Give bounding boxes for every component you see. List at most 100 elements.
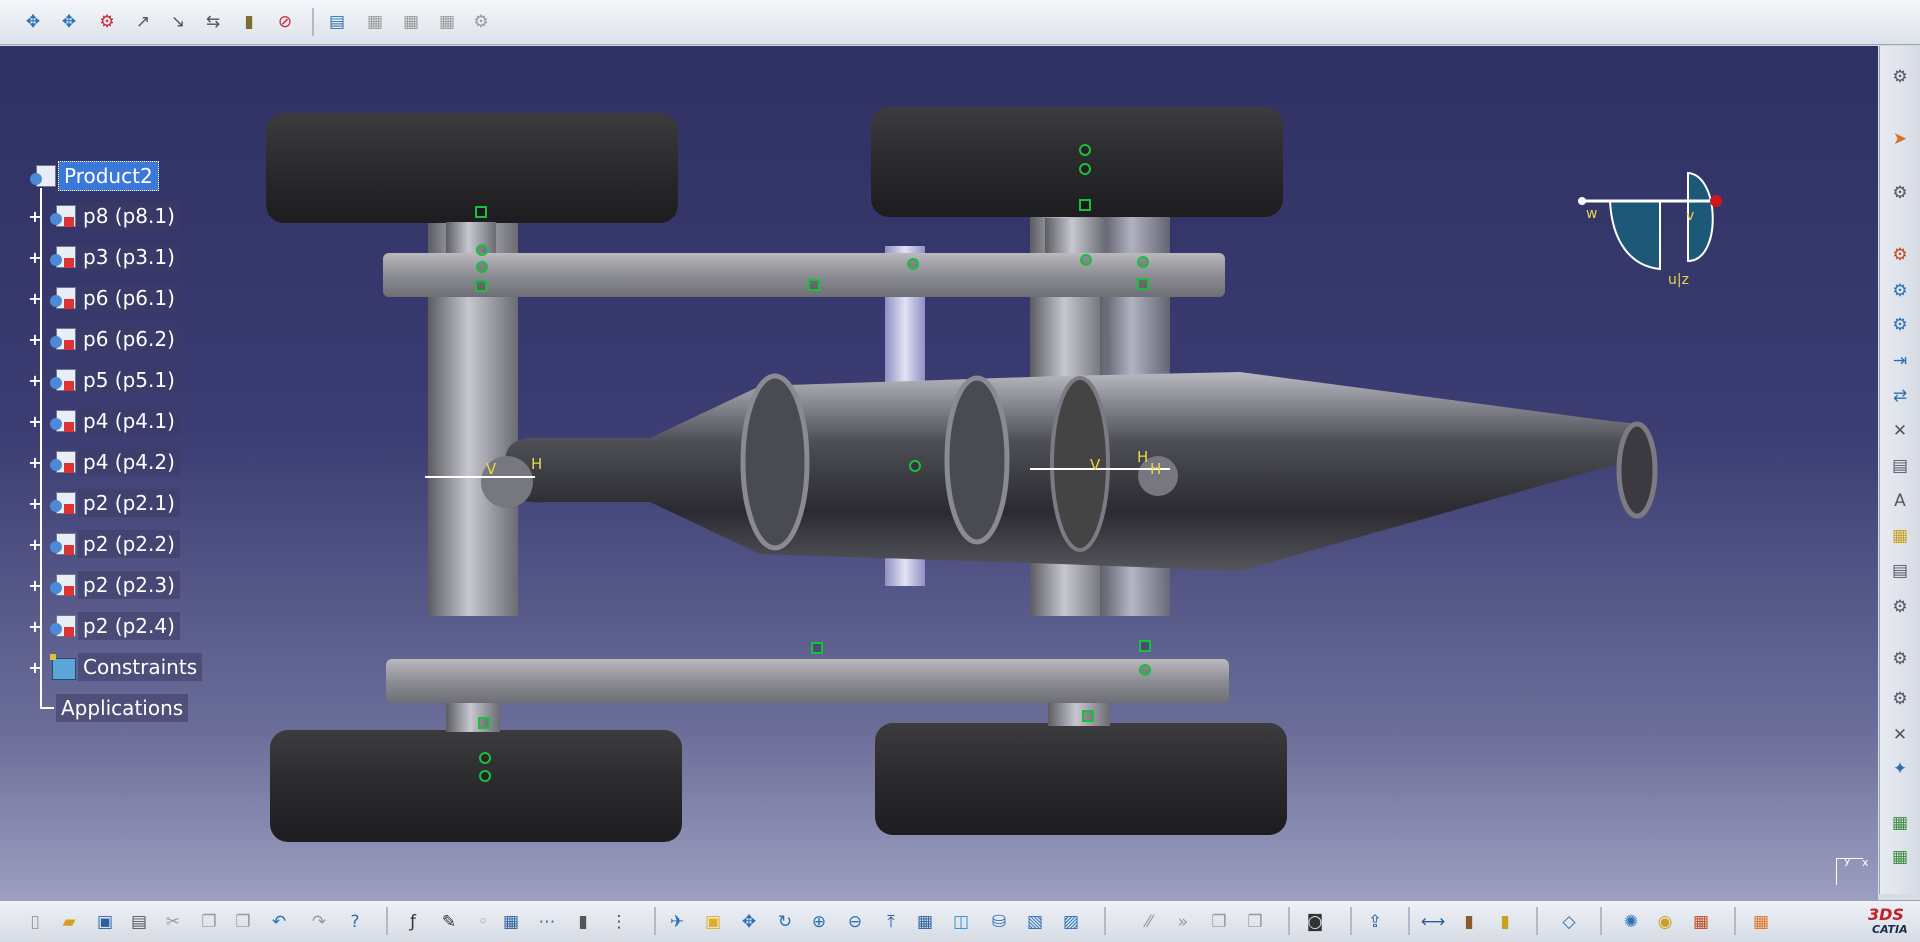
render-icon[interactable]: ✺: [1618, 909, 1644, 935]
constraint-marker[interactable]: [478, 717, 490, 729]
help-icon[interactable]: ?: [342, 909, 368, 935]
constraint-marker[interactable]: [475, 280, 487, 292]
normal-view-icon[interactable]: ⤒: [878, 909, 904, 935]
expand-icon[interactable]: +: [28, 494, 42, 513]
expand-icon[interactable]: +: [28, 617, 42, 636]
constraint-marker[interactable]: [475, 206, 487, 218]
expand-icon[interactable]: +: [28, 535, 42, 554]
bottom-frame-plate[interactable]: [386, 659, 1229, 703]
offset-constraint-icon[interactable]: ✕: [1887, 722, 1913, 748]
swap-visible-space-icon[interactable]: ▨: [1058, 909, 1084, 935]
stop-manipulate-icon[interactable]: ⇆: [200, 9, 226, 35]
tree-item-label[interactable]: p2 (p2.2): [78, 530, 180, 558]
constraint-marker[interactable]: [1079, 144, 1091, 156]
replace-component-icon[interactable]: ⇄: [1887, 383, 1913, 409]
manage-representations-icon[interactable]: ▦: [1887, 523, 1913, 549]
environment-icon[interactable]: ◉: [1652, 909, 1678, 935]
tree-item-label[interactable]: Applications: [56, 694, 189, 722]
tree-item[interactable]: + p5 (p5.1): [28, 365, 180, 395]
design-table-icon[interactable]: ▦: [498, 909, 524, 935]
tire-bottom-left[interactable]: [270, 730, 682, 842]
paste-icon[interactable]: ❐: [230, 909, 256, 935]
redo-icon[interactable]: ↷: [306, 909, 332, 935]
constraint-marker[interactable]: [479, 770, 491, 782]
tree-item[interactable]: + p4 (p4.2): [28, 447, 180, 477]
tree-item-label[interactable]: p8 (p8.1): [78, 202, 180, 230]
equivalent-icon[interactable]: ⋮: [606, 909, 632, 935]
light-bulb-icon[interactable]: ◦: [470, 909, 496, 935]
constraint-marker[interactable]: [1137, 278, 1149, 290]
expand-icon[interactable]: +: [28, 658, 42, 677]
tree-item-label[interactable]: p6 (p6.1): [78, 284, 180, 312]
constraint-marker[interactable]: [1139, 640, 1151, 652]
reset-scene-icon[interactable]: ▦: [398, 9, 424, 35]
save-icon[interactable]: ▣: [92, 909, 118, 935]
snap-icon[interactable]: ⚙: [94, 9, 120, 35]
forward-icon[interactable]: »: [1170, 909, 1196, 935]
copy-icon[interactable]: ❐: [196, 909, 222, 935]
top-frame-plate[interactable]: [383, 253, 1225, 297]
tree-item-label[interactable]: p5 (p5.1): [78, 366, 180, 394]
constraint-marker[interactable]: [1079, 163, 1091, 175]
expand-icon[interactable]: +: [28, 576, 42, 595]
constraint-marker[interactable]: [1137, 256, 1149, 268]
multi-instantiation-icon[interactable]: ▤: [1887, 558, 1913, 584]
fly-icon[interactable]: ✈: [664, 909, 690, 935]
existing-component-icon[interactable]: ⇥: [1887, 348, 1913, 374]
expand-icon[interactable]: +: [28, 248, 42, 267]
tree-item-label[interactable]: p3 (p3.1): [78, 243, 180, 271]
camera-icon[interactable]: ◙: [1302, 909, 1328, 935]
new-file-icon[interactable]: ▯: [22, 909, 48, 935]
tire-top-left[interactable]: [266, 113, 678, 223]
selective-load-icon[interactable]: A: [1887, 488, 1913, 514]
tree-root[interactable]: Product2: [28, 161, 159, 191]
product-structure-icon[interactable]: ⚙: [1887, 64, 1913, 90]
constraint-marker[interactable]: [1080, 254, 1092, 266]
new-product-icon[interactable]: ⚙: [1887, 278, 1913, 304]
expand-icon[interactable]: +: [28, 412, 42, 431]
multi-view-icon[interactable]: ▦: [912, 909, 938, 935]
pan-view-icon[interactable]: ✥: [736, 909, 762, 935]
measure-inertia-icon[interactable]: ▮: [1492, 909, 1518, 935]
tire-top-right[interactable]: [871, 107, 1283, 217]
tree-item-label[interactable]: Constraints: [78, 653, 203, 681]
open-icon[interactable]: ▰: [56, 909, 82, 935]
catalog-browser-icon[interactable]: ⇪: [1362, 909, 1388, 935]
new-component-icon[interactable]: ⚙: [1887, 242, 1913, 268]
explode-icon[interactable]: ↘: [165, 9, 191, 35]
copy-view-icon[interactable]: ❐: [1206, 909, 1232, 935]
measure-between-icon[interactable]: ⟷: [1420, 909, 1446, 935]
tree-item-applications[interactable]: Applications: [28, 693, 189, 723]
tree-item[interactable]: + p4 (p4.1): [28, 406, 180, 436]
update-icon[interactable]: ▦: [1887, 810, 1913, 836]
fast-multi-instantiation-icon[interactable]: ⚙: [1887, 594, 1913, 620]
tree-item[interactable]: + p2 (p2.2): [28, 529, 180, 559]
rotate-view-icon[interactable]: ↻: [772, 909, 798, 935]
expand-icon[interactable]: +: [28, 371, 42, 390]
tree-item-label[interactable]: p6 (p6.2): [78, 325, 180, 353]
tree-item[interactable]: + p2 (p2.4): [28, 611, 180, 641]
tree-item[interactable]: + p3 (p3.1): [28, 242, 180, 272]
select-icon[interactable]: ➤: [1887, 126, 1913, 152]
tree-item-label[interactable]: p2 (p2.3): [78, 571, 180, 599]
tree-item[interactable]: + p6 (p6.2): [28, 324, 180, 354]
constraint-marker[interactable]: [1082, 710, 1094, 722]
sketch-icon[interactable]: ⁄⁄: [1136, 909, 1162, 935]
zoom-in-icon[interactable]: ⊕: [806, 909, 832, 935]
clash-icon[interactable]: ▮: [236, 9, 262, 35]
manipulate-icon[interactable]: ↗: [130, 9, 156, 35]
cut-icon[interactable]: ✂: [160, 909, 186, 935]
measure-item-icon[interactable]: ▮: [1456, 909, 1482, 935]
shading-icon[interactable]: ⛁: [986, 909, 1012, 935]
constraint-marker[interactable]: [1079, 199, 1091, 211]
tree-item[interactable]: + p8 (p8.1): [28, 201, 180, 231]
iso-view-icon[interactable]: ◫: [948, 909, 974, 935]
tree-item[interactable]: + p2 (p2.3): [28, 570, 180, 600]
paste-view-icon[interactable]: ❐: [1242, 909, 1268, 935]
generate-numbering-icon[interactable]: ▤: [1887, 453, 1913, 479]
ring-1[interactable]: [740, 373, 810, 551]
tree-item-constraints[interactable]: + Constraints: [28, 652, 203, 682]
expand-icon[interactable]: +: [28, 330, 42, 349]
print-icon[interactable]: ▤: [126, 909, 152, 935]
fix-component-icon[interactable]: ✦: [1887, 756, 1913, 782]
